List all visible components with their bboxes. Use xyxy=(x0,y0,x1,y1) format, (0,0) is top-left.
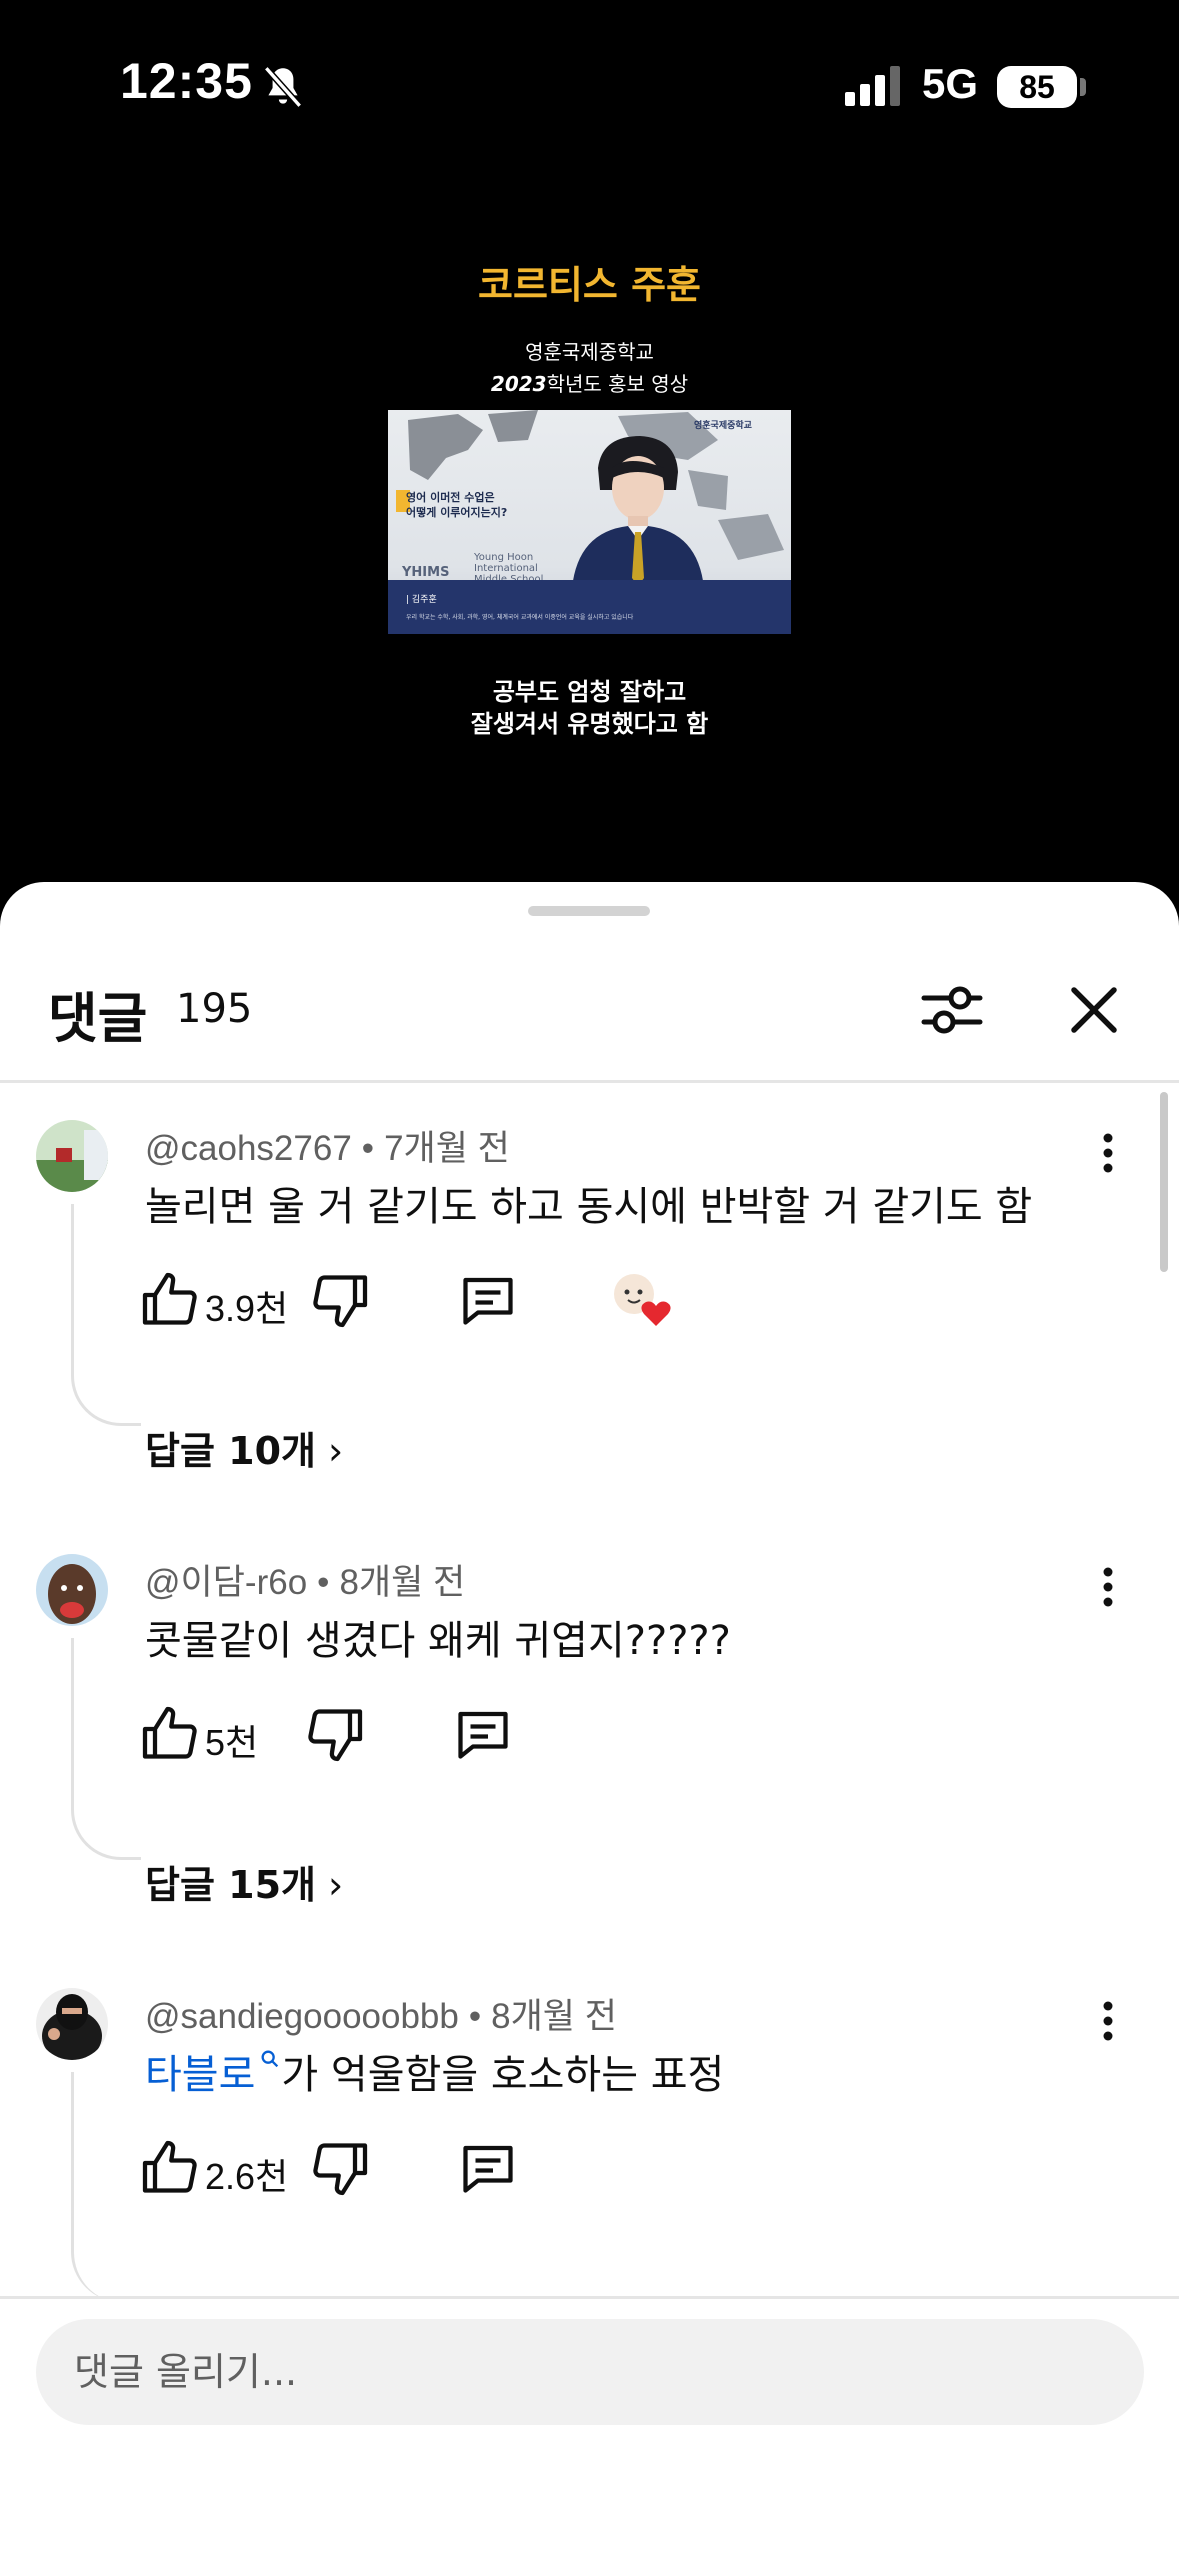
close-icon[interactable] xyxy=(1054,970,1134,1050)
more-vert-icon[interactable] xyxy=(1090,1994,1126,2048)
thread-line xyxy=(71,1204,141,1426)
chevron-right-icon: › xyxy=(328,1863,344,1907)
comment-input-bar: 댓글 올리기... xyxy=(0,2296,1179,2556)
video-player[interactable]: 코르티스 주훈 영훈국제중학교 2023학년도 홍보 영상 영훈국제중학교 영어… xyxy=(0,150,1179,890)
view-replies-button[interactable]: 답글 15개 › xyxy=(145,1854,343,1909)
search-icon xyxy=(261,2050,279,2068)
bell-slash-icon xyxy=(263,66,303,108)
status-bar: 12:35 5G 85 xyxy=(0,0,1179,150)
comment-input[interactable]: 댓글 올리기... xyxy=(36,2319,1144,2425)
video-title: 코르티스 주훈 xyxy=(478,263,701,307)
comment-text: 타블로 가 억울함을 호소하는 표정 xyxy=(145,2042,724,2100)
comment-author[interactable]: @sandiegooooobbb xyxy=(145,1997,459,2036)
comment-text: 놀리면 울 거 같기도 하고 동시에 반박할 거 같기도 함 xyxy=(145,1184,1033,1230)
thread-line xyxy=(71,2072,141,2302)
like-count: 5천 xyxy=(205,1722,259,1763)
creator-heart-icon xyxy=(614,1274,671,1326)
battery-indicator: 85 xyxy=(997,66,1077,108)
status-time: 12:35 xyxy=(120,53,253,109)
signal-icon xyxy=(845,66,900,106)
comment-actions: 3.9천 xyxy=(140,1270,840,1340)
comment-meta: @caohs2767 • 7개월 전 xyxy=(145,1129,510,1168)
thumb-down-icon[interactable] xyxy=(305,1704,365,1764)
thumb-up-icon[interactable] xyxy=(140,1704,200,1764)
video-caption: 공부도 엄청 잘하고 xyxy=(492,678,687,706)
comments-header: 댓글 195 xyxy=(0,882,1179,1082)
more-vert-icon[interactable] xyxy=(1090,1126,1126,1180)
video-subtitle-year: 2023학년도 홍보 영상 xyxy=(490,372,689,396)
reply-icon[interactable] xyxy=(458,2138,518,2198)
reply-icon[interactable] xyxy=(458,1270,518,1330)
thread-line xyxy=(71,1638,141,1860)
comment-meta: @이담-r6o • 8개월 전 xyxy=(145,1563,466,1602)
chevron-right-icon: › xyxy=(328,1429,344,1473)
like-count: 2.6천 xyxy=(205,2156,289,2197)
thumbnail-caption: 우리 학교는 수학, 사회, 과학, 영어, 체계국어 교과에서 이중언어 교육… xyxy=(406,614,634,621)
video-caption: 잘생겨서 유명했다고 함 xyxy=(470,710,709,738)
reply-icon[interactable] xyxy=(453,1704,513,1764)
comment-time: 8개월 전 xyxy=(491,1997,617,2036)
comment-actions: 5천 xyxy=(140,1704,840,1774)
video-thumbnail: 영훈국제중학교 영어 이머전 수업은 어떻게 이루어지는지? Young Hoo… xyxy=(388,410,791,634)
comment-meta: @sandiegooooobbb • 8개월 전 xyxy=(145,1997,617,2036)
comment: @이담-r6o • 8개월 전 콧물같이 생겼다 왜케 귀엽지????? 5천 답글… xyxy=(0,1554,1179,1934)
comment: @sandiegooooobbb • 8개월 전 타블로 가 억울함을 호소하는 표정… xyxy=(0,1988,1179,2302)
comment-time: 7개월 전 xyxy=(384,1129,510,1168)
thumbnail-logo: YHIMS xyxy=(402,565,450,580)
comment: @caohs2767 • 7개월 전 놀리면 울 거 같기도 하고 동시에 반박할 … xyxy=(0,1120,1179,1500)
comment-time: 8개월 전 xyxy=(339,1563,466,1602)
battery-tip xyxy=(1080,78,1086,96)
thumb-up-icon[interactable] xyxy=(140,2138,200,2198)
thumb-down-icon[interactable] xyxy=(310,1270,370,1330)
network-label: 5G xyxy=(922,60,979,107)
avatar[interactable] xyxy=(36,1120,108,1192)
thumb-up-icon[interactable] xyxy=(140,1270,200,1330)
comments-title: 댓글 xyxy=(48,987,148,1050)
view-replies-button[interactable]: 답글 10개 › xyxy=(145,1420,343,1475)
more-vert-icon[interactable] xyxy=(1090,1560,1126,1614)
comment-author[interactable]: @이담-r6o xyxy=(145,1563,307,1602)
comment-author[interactable]: @caohs2767 xyxy=(145,1129,352,1168)
avatar[interactable] xyxy=(36,1554,108,1626)
student-figure xyxy=(572,436,704,588)
thumbnail-banner xyxy=(388,580,791,634)
filter-icon[interactable] xyxy=(912,970,992,1050)
search-link[interactable]: 타블로 xyxy=(145,2050,281,2098)
comment-actions: 2.6천 xyxy=(140,2138,840,2208)
thumbnail-question: 영어 이머전 수업은 어떻게 이루어지는지? xyxy=(406,491,508,519)
thumb-down-icon[interactable] xyxy=(310,2138,370,2198)
like-count: 3.9천 xyxy=(205,1288,289,1329)
video-subtitle: 영훈국제중학교 xyxy=(525,340,654,364)
thumbnail-name-tag: | 김주훈 xyxy=(406,595,437,605)
comments-sheet: 댓글 195 @caohs2767 • 7개월 전 놀리면 울 거 같기도 하고 동… xyxy=(0,882,1179,2556)
comment-text: 콧물같이 생겼다 왜케 귀엽지????? xyxy=(145,1618,731,1664)
avatar[interactable] xyxy=(36,1988,108,2060)
header-divider xyxy=(0,1080,1179,1083)
comments-count: 195 xyxy=(176,986,253,1032)
